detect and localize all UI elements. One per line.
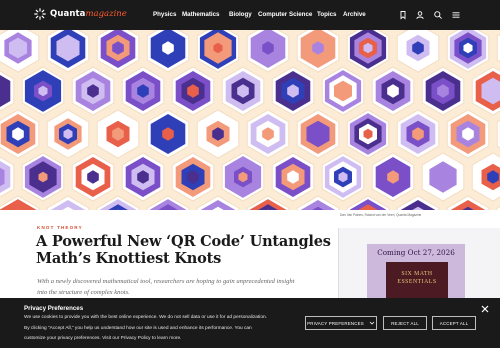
reject-all-button[interactable]: REJECT ALL	[383, 316, 427, 330]
nav-biology[interactable]: Biology	[229, 11, 252, 18]
chevron-down-icon	[369, 321, 375, 325]
site-header: Quanta magazine Physics Mathematics Biol…	[0, 0, 500, 30]
logo-text-quanta: Quanta	[50, 9, 86, 19]
nav-mathematics[interactable]: Mathematics	[182, 11, 219, 18]
accept-all-button[interactable]: ACCEPT ALL	[432, 316, 476, 330]
privacy-preferences-label: PRIVACY PREFERENCES	[307, 320, 364, 326]
menu-icon[interactable]	[451, 10, 461, 20]
privacy-text: We use cookies to provide you with the b…	[24, 315, 268, 341]
image-credit: Dan Van Paines; Roland van der Veen; Qua…	[340, 213, 422, 217]
article-kicker[interactable]: KNOT THEORY	[37, 225, 83, 230]
nav-archive[interactable]: Archive	[343, 11, 366, 18]
book-title: SIX MATH ESSENTIALS	[397, 271, 437, 285]
article-headline: A Powerful New ‘QR Code’ Untangles Math’…	[36, 233, 331, 267]
article-deck: With a newly discovered mathematical too…	[37, 278, 295, 296]
nav-physics[interactable]: Physics	[153, 11, 176, 18]
quanta-logo-icon	[34, 8, 46, 20]
nav-topics[interactable]: Topics	[317, 11, 336, 18]
privacy-title: Privacy Preferences	[24, 305, 84, 312]
hero-image	[0, 30, 500, 210]
close-icon[interactable]	[480, 304, 490, 314]
search-icon[interactable]	[433, 10, 443, 20]
nav-computer-science[interactable]: Computer Science	[258, 11, 312, 18]
privacy-preferences-button[interactable]: PRIVACY PREFERENCES	[305, 316, 377, 330]
book-release-date: Coming Oct 27, 2026	[377, 248, 455, 257]
site-logo[interactable]: Quanta magazine	[34, 8, 127, 20]
hexagon-pattern-illustration	[0, 30, 500, 210]
user-icon[interactable]	[415, 10, 425, 20]
bookmark-icon[interactable]	[398, 10, 408, 20]
logo-text-magazine: magazine	[85, 9, 127, 19]
